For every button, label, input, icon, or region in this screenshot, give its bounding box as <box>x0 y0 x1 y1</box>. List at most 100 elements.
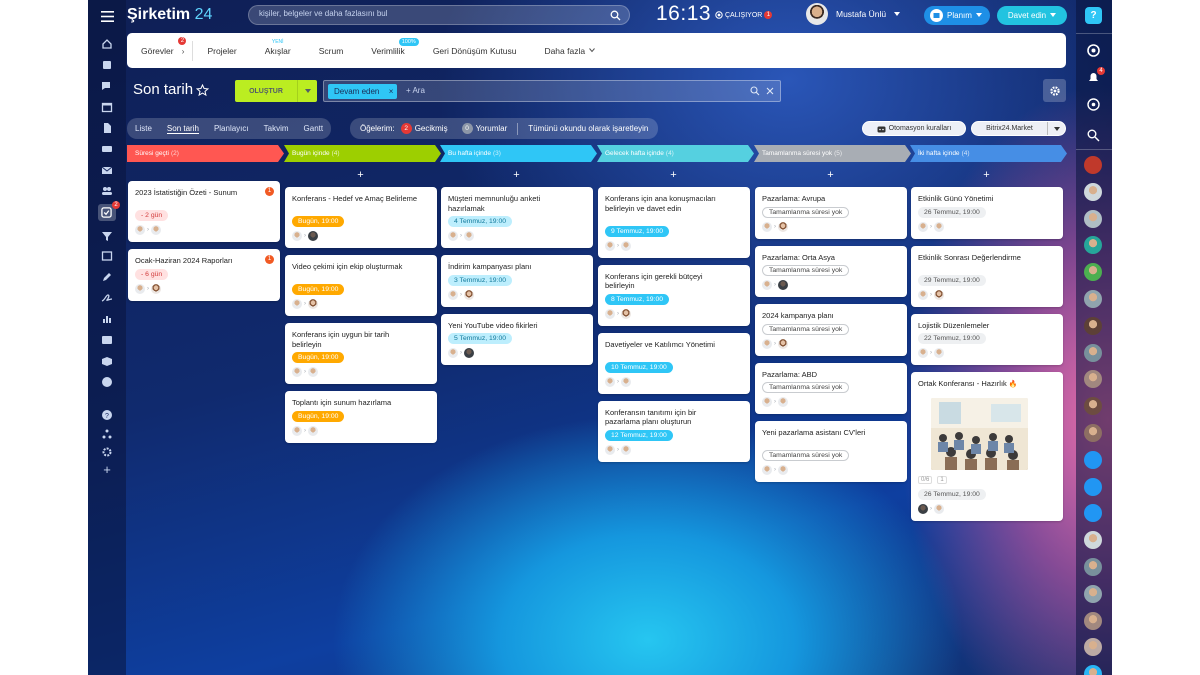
help-icon[interactable]: ? <box>1085 7 1102 24</box>
responsible-avatar[interactable] <box>621 444 631 455</box>
creator-avatar[interactable] <box>135 283 145 294</box>
contact-avatar[interactable] <box>1084 263 1102 282</box>
creator-avatar[interactable] <box>292 231 302 241</box>
add-task-button[interactable]: + <box>910 168 1063 182</box>
task-title[interactable]: Ocak-Haziran 2024 Raporları <box>135 256 262 266</box>
task-card[interactable]: Yeni pazarlama asistanı CV'leri Tamamlanm… <box>755 421 907 482</box>
task-card[interactable]: İndirim kampanyası planı 3 Temmuz, 19:00 › <box>441 255 593 307</box>
deadline-badge[interactable]: Bugün, 19:00 <box>292 410 345 422</box>
creator-avatar[interactable] <box>762 465 772 475</box>
responsible-avatar[interactable] <box>934 221 944 232</box>
task-card[interactable]: Konferansın tanıtımı için bir pazarlama … <box>598 400 750 462</box>
task-title[interactable]: Konferans için gerekli bütçeyi belirleyi… <box>605 272 732 291</box>
task-title[interactable]: Müşteri memnunluğu anketi hazırlamak <box>448 194 575 213</box>
task-card[interactable]: Konferans için gerekli bütçeyi belirleyi… <box>598 264 750 326</box>
responsible-avatar[interactable] <box>464 348 474 358</box>
contact-avatar[interactable] <box>1084 665 1102 675</box>
task-card[interactable]: Lojistik Düzenlemeler 22 Temmuz, 19:00 › <box>911 313 1063 365</box>
add-task-button[interactable]: + <box>754 168 907 182</box>
responsible-avatar[interactable] <box>778 397 788 407</box>
contact-avatar[interactable] <box>1084 424 1102 442</box>
responsible-avatar[interactable] <box>308 367 318 377</box>
contact-avatar[interactable] <box>1084 531 1102 550</box>
responsible-avatar[interactable] <box>621 308 631 319</box>
task-title[interactable]: Ortak Konferansı - Hazırlık 🔥 <box>918 379 1045 390</box>
creator-avatar[interactable] <box>605 444 615 455</box>
responsible-avatar[interactable] <box>308 299 318 309</box>
copilot-icon[interactable] <box>1086 43 1101 58</box>
creator-avatar[interactable] <box>448 231 458 241</box>
task-card[interactable]: Pazarlama: Orta Asya Tamamlanma süresi yo… <box>755 245 907 297</box>
responsible-avatar[interactable] <box>934 289 944 300</box>
task-title[interactable]: Konferansın tanıtımı için bir pazarlama … <box>605 408 732 427</box>
task-card[interactable]: 2023 İstatistiğin Özeti - Sunum 1 - 2 gün › <box>128 181 280 242</box>
responsible-avatar[interactable] <box>778 338 788 349</box>
task-title[interactable]: Konferans için uygun bir tarih belirleyi… <box>292 330 419 349</box>
task-card[interactable]: Davetiyeler ve Katılımcı Yönetimi 10 Temm… <box>598 332 750 394</box>
deadline-badge[interactable]: Tamamlanma süresi yok <box>762 450 850 461</box>
deadline-badge[interactable]: 4 Temmuz, 19:00 <box>448 216 513 227</box>
deadline-badge[interactable]: - 6 gün <box>135 268 169 280</box>
task-card[interactable]: 2024 kampanya planı Tamamlanma süresi yok… <box>755 304 907 356</box>
deadline-badge[interactable]: Tamamlanma süresi yok <box>762 382 850 393</box>
creator-avatar[interactable] <box>762 221 772 232</box>
responsible-avatar[interactable] <box>621 376 631 387</box>
task-card[interactable]: Etkinlik Sonrası Değerlendirme 29 Temmuz,… <box>911 245 1063 307</box>
group-chat-avatar[interactable] <box>1084 236 1102 255</box>
creator-avatar[interactable] <box>918 289 928 300</box>
deadline-badge[interactable]: 5 Temmuz, 19:00 <box>448 333 513 344</box>
creator-avatar[interactable] <box>918 504 928 514</box>
contact-avatar[interactable] <box>1084 638 1102 657</box>
task-card[interactable]: Ortak Konferansı - Hazırlık 🔥 0/6 1 26 Temm… <box>911 372 1063 521</box>
creator-avatar[interactable] <box>918 348 928 358</box>
group-chat-avatar[interactable] <box>1084 504 1102 523</box>
group-chat-avatar[interactable] <box>1084 450 1102 469</box>
contact-avatar[interactable] <box>1084 343 1102 362</box>
task-title[interactable]: 2023 İstatistiğin Özeti - Sunum <box>135 188 262 198</box>
deadline-badge[interactable]: Tamamlanma süresi yok <box>762 265 850 276</box>
task-card[interactable]: Toplantı için sunum hazırlama Bugün, 19:0… <box>285 391 437 443</box>
add-task-button[interactable]: + <box>440 168 593 182</box>
deadline-badge[interactable]: 9 Temmuz, 19:00 <box>605 225 670 237</box>
deadline-badge[interactable]: Tamamlanma süresi yok <box>762 206 850 218</box>
responsible-avatar[interactable] <box>778 221 788 232</box>
group-chat-avatar[interactable] <box>1084 156 1102 174</box>
creator-avatar[interactable] <box>605 240 615 251</box>
contact-avatar[interactable] <box>1084 370 1102 389</box>
creator-avatar[interactable] <box>605 308 615 319</box>
deadline-badge[interactable]: 8 Temmuz, 19:00 <box>605 293 670 305</box>
task-title[interactable]: Pazarlama: ABD <box>762 370 889 380</box>
task-title[interactable]: Pazarlama: Avrupa <box>762 194 889 204</box>
task-card[interactable]: Pazarlama: ABD Tamamlanma süresi yok › <box>755 362 907 414</box>
creator-avatar[interactable] <box>762 338 772 349</box>
responsible-avatar[interactable] <box>308 231 318 241</box>
creator-avatar[interactable] <box>762 280 772 290</box>
task-title[interactable]: Davetiyeler ve Katılımcı Yönetimi <box>605 340 732 350</box>
task-card[interactable]: Müşteri memnunluğu anketi hazırlamak 4 Te… <box>441 187 593 248</box>
task-title[interactable]: İndirim kampanyası planı <box>448 262 575 272</box>
contact-avatar[interactable] <box>1084 611 1102 630</box>
task-title[interactable]: Etkinlik Sonrası Değerlendirme <box>918 253 1045 263</box>
deadline-badge[interactable]: Tamamlanma süresi yok <box>762 323 850 335</box>
responsible-avatar[interactable] <box>778 465 788 475</box>
search-icon[interactable] <box>1086 128 1101 143</box>
task-title[interactable]: 2024 kampanya planı <box>762 311 889 321</box>
task-title[interactable]: Toplantı için sunum hazırlama <box>292 398 419 408</box>
contact-avatar[interactable] <box>1084 316 1102 335</box>
task-card[interactable]: Konferans için uygun bir tarih belirleyi… <box>285 323 437 384</box>
contact-avatar[interactable] <box>1084 584 1102 603</box>
responsible-avatar[interactable] <box>778 280 788 290</box>
contact-avatar[interactable] <box>1084 558 1102 576</box>
creator-avatar[interactable] <box>918 221 928 232</box>
deadline-badge[interactable]: Bugün, 19:00 <box>292 284 345 295</box>
task-card[interactable]: Yeni YouTube video fikirleri 5 Temmuz, 19… <box>441 313 593 365</box>
task-card[interactable]: Video çekimi için ekip oluşturmak Bugün, … <box>285 255 437 316</box>
creator-avatar[interactable] <box>292 425 302 436</box>
creator-avatar[interactable] <box>448 348 458 358</box>
deadline-badge[interactable]: 22 Temmuz, 19:00 <box>918 333 986 344</box>
responsible-avatar[interactable] <box>464 231 474 241</box>
responsible-avatar[interactable] <box>308 425 318 436</box>
creator-avatar[interactable] <box>292 299 302 309</box>
deadline-badge[interactable]: 29 Temmuz, 19:00 <box>918 274 986 286</box>
responsible-avatar[interactable] <box>151 283 161 294</box>
